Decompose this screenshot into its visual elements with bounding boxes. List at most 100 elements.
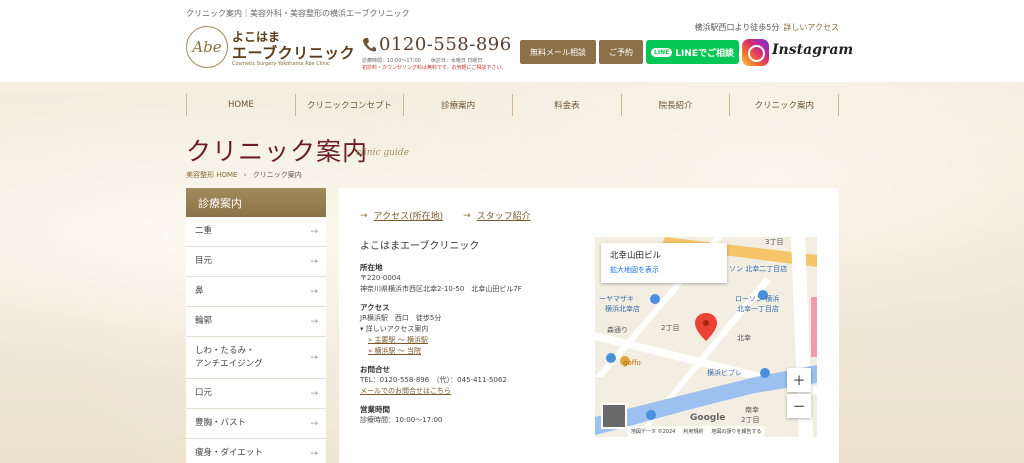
arrow-right-icon: → (310, 226, 318, 237)
header-tagline: クリニック案内｜美容外科・美容整形の横浜エーブクリニック (186, 9, 410, 18)
sidebar-item-double-eyelid[interactable]: 二重 → (186, 217, 326, 247)
line-consult-button[interactable]: LINE LINEでご相談 (646, 40, 739, 64)
map-data-credit: 地図データ ©2024 (631, 429, 676, 435)
line-icon: LINE (651, 47, 673, 57)
sidebar-item-diet[interactable]: 痩身・ダイエット → (186, 439, 326, 463)
access-heading: アクセス (360, 303, 390, 312)
map-label-chome3: 3丁目 (765, 238, 784, 246)
sidebar-item-label: 痩身・ダイエット (195, 448, 263, 458)
map-label-kitasaiwai: 北幸 (737, 334, 751, 342)
phone-note: 初診料・カウンセリング料は無料です。お気軽にご相談下さい。 (362, 65, 507, 71)
access-link-major-station[interactable]: » 主要駅 ～ 横浜駅 (360, 335, 580, 346)
nav-clinic-guide[interactable]: クリニック案内 (729, 94, 840, 116)
nav-concept[interactable]: クリニックコンセプト (294, 94, 404, 116)
global-nav: HOME クリニックコンセプト 診療案内 料金表 院長紹介 クリニック案内 (186, 94, 840, 116)
subnav-staff[interactable]: → スタッフ紹介 (463, 209, 531, 223)
access-link-to-clinic[interactable]: » 横浜駅 ～ 当院 (360, 346, 580, 357)
map-place-title: 北幸山田ビル (610, 251, 662, 261)
access-note-text: 横浜駅西口より徒歩5分 (694, 23, 780, 32)
hours-heading: 営業時間 (360, 405, 390, 414)
google-map[interactable]: 3丁目 ソン 北幸二丁目店 ーヤマザキ 横浜北幸店 ローソン 横浜 北幸一丁目店… (595, 237, 817, 437)
nav-prices[interactable]: 料金表 (512, 94, 621, 116)
sidebar-item-label: 目元 (195, 256, 213, 266)
mail-inquiry-link[interactable]: メールでのお問合せはこちら (360, 386, 580, 397)
sidebar-item-label: しわ・たるみ・ アンチエイジング (195, 345, 263, 369)
phone-number[interactable]: 0120-558-896 (379, 34, 512, 55)
logo-mark: Abe (186, 26, 228, 68)
map-label-lawson-kitasaiwai1: 北幸一丁目店 (737, 305, 779, 313)
sidebar-item-anti-aging[interactable]: しわ・たるみ・ アンチエイジング → (186, 337, 326, 379)
map-terms-link[interactable]: 利用規約 (683, 428, 703, 435)
access-detail-toggle[interactable]: ▾ 詳しいアクセス案内 (360, 324, 580, 335)
address-zip: 〒220-0004 (360, 274, 401, 282)
sidebar-item-mouth[interactable]: 口元 → (186, 379, 326, 409)
contact-tel: TEL：0120-558-896 （代）：045-411-5062 (360, 376, 507, 384)
sidebar-item-eyes[interactable]: 目元 → (186, 247, 326, 277)
page-title: クリニック案内 (186, 137, 369, 166)
hours-text: 診療時間：10:00〜17:00 (360, 416, 443, 424)
access-detail-link[interactable]: 詳しいアクセス (783, 23, 839, 32)
arrow-right-icon: → (463, 210, 471, 221)
address-heading: 所在地 (360, 263, 383, 272)
nav-home[interactable]: HOME (186, 94, 295, 116)
phone-hours: 診療時間：10:00〜17:00 休診日：水曜日 日曜日 (362, 58, 483, 64)
map-zoom-in-button[interactable]: + (787, 368, 811, 392)
map-label-mori-street: 森通り (607, 326, 628, 334)
page-hero: HOME クリニックコンセプト 診療案内 料金表 院長紹介 クリニック案内 クリ… (0, 82, 1024, 463)
sidebar-item-label: 二重 (195, 226, 213, 236)
arrow-right-icon: → (310, 286, 318, 297)
map-label-yamazaki-store: 横浜北幸店 (605, 305, 640, 313)
clinic-logo[interactable]: Abe よこはま エーブクリニック Cosmetic Surgery Yokoh… (186, 24, 361, 70)
nav-director[interactable]: 院長紹介 (620, 94, 730, 116)
clinic-subnav: → アクセス(所在地) → スタッフ紹介 (360, 209, 551, 223)
sidebar-heading: 診療案内 (186, 188, 326, 217)
breadcrumb-current: クリニック案内 (252, 171, 302, 179)
map-label-yamazaki: ーヤマザキ (599, 295, 634, 303)
breadcrumb-home-link[interactable]: 美容整形 HOME (186, 171, 237, 179)
phone-block: 0120-558-896 診療時間：10:00〜17:00 休診日：水曜日 日曜… (362, 34, 512, 71)
subnav-access-link[interactable]: アクセス(所在地) (374, 209, 444, 222)
instagram-icon[interactable] (742, 39, 769, 66)
map-label-lawson-kitasaiwai2: ソン 北幸二丁目店 (729, 265, 788, 273)
arrow-right-icon: → (310, 316, 318, 327)
treatments-sidebar: 診療案内 二重 → 目元 → 鼻 → 輪郭 → しわ・たるみ・ アンチエイジング → 口元… (186, 188, 326, 463)
google-logo: Google (690, 413, 726, 423)
sidebar-item-breast[interactable]: 豊胸・バスト → (186, 409, 326, 439)
map-label-goffo: goffo (623, 359, 641, 367)
reserve-button[interactable]: ご予約 (599, 40, 643, 64)
subnav-staff-link[interactable]: スタッフ紹介 (477, 209, 531, 222)
map-enlarge-link[interactable]: 拡大地図を表示 (610, 265, 718, 275)
nav-treatments[interactable]: 診療案内 (403, 94, 512, 116)
logo-main-text: エーブクリニック (232, 44, 356, 62)
map-place-card: 北幸山田ビル 拡大地図を表示 (601, 243, 727, 283)
sidebar-item-label: 口元 (195, 388, 213, 398)
line-consult-label: LINEでご相談 (675, 48, 734, 59)
map-footer: 地図データ ©2024 利用規約 地図の誤りを報告する (627, 426, 766, 437)
sidebar-item-nose[interactable]: 鼻 → (186, 277, 326, 307)
address-street: 神奈川県横浜市西区北幸2-10-50 北幸山田ビル7F (360, 285, 522, 293)
sidebar-item-label: 鼻 (195, 286, 204, 296)
clinic-name: よこはまエーブクリニック (360, 241, 480, 252)
map-label-chome2b: 2丁目 (741, 416, 760, 424)
instagram-link[interactable]: Instagram (772, 42, 853, 58)
map-label-vivre: 横浜ビブレ (707, 369, 742, 377)
sidebar-item-label: 輪郭 (195, 316, 213, 326)
breadcrumb-separator: › (243, 171, 247, 179)
access-note: 横浜駅西口より徒歩5分 詳しいアクセス (694, 22, 839, 33)
arrow-right-icon: → (310, 256, 318, 267)
map-satellite-toggle[interactable] (601, 403, 627, 429)
map-report-link[interactable]: 地図の誤りを報告する (711, 428, 761, 435)
access-text: JR横浜駅 西口 徒歩5分 (360, 314, 442, 322)
sidebar-item-contour[interactable]: 輪郭 → (186, 307, 326, 337)
sidebar-item-label: 豊胸・バスト (195, 418, 247, 428)
arrow-right-icon: → (310, 352, 318, 363)
contact-heading: お問合せ (360, 365, 390, 374)
map-label-minamisaiwai: 南幸 (745, 406, 759, 414)
site-header: クリニック案内｜美容外科・美容整形の横浜エーブクリニック Abe よこはま エー… (0, 0, 1024, 82)
arrow-right-icon: → (310, 418, 318, 429)
clinic-info-panel: → アクセス(所在地) → スタッフ紹介 よこはまエーブクリニック 所在地 〒2… (339, 188, 839, 463)
subnav-access[interactable]: → アクセス(所在地) (360, 209, 444, 223)
breadcrumb: 美容整形 HOME › クリニック案内 (186, 170, 302, 180)
map-zoom-out-button[interactable]: − (787, 394, 811, 418)
free-mail-consult-button[interactable]: 無料メール相談 (520, 40, 596, 64)
